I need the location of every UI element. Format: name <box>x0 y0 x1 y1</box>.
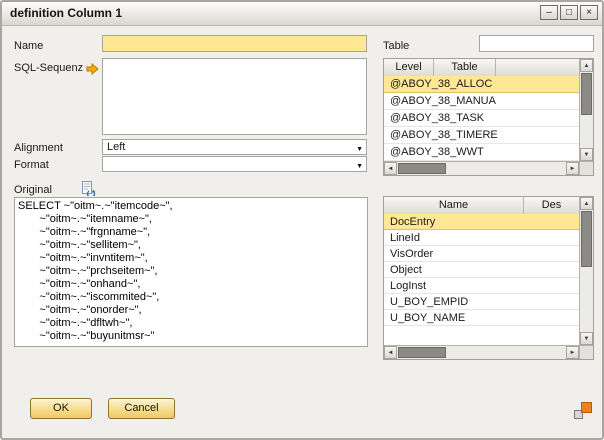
fields-grid-body: DocEntry LineId VisOrder Object LogInst … <box>384 214 579 345</box>
close-button[interactable]: × <box>580 5 598 20</box>
name-label: Name <box>14 40 43 52</box>
table-row[interactable]: @ABOY_38_MANUA <box>384 93 579 110</box>
scroll-left-icon: ◄ <box>388 350 394 356</box>
scroll-down-button[interactable]: ▼ <box>580 148 593 161</box>
table-row[interactable]: @ABOY_38_ALLOC <box>384 76 579 93</box>
table-filter-input[interactable] <box>479 35 594 52</box>
table-label: Table <box>383 40 409 52</box>
tables-grid: Level Table @ABOY_38_ALLOC @ABOY_38_MANU… <box>383 58 594 176</box>
scrollbar-thumb[interactable] <box>581 73 592 115</box>
scrollbar-thumb[interactable] <box>398 163 446 174</box>
link-arrow-icon[interactable] <box>86 63 99 78</box>
horizontal-scrollbar[interactable]: ◄ ► <box>384 345 579 359</box>
field-row[interactable]: U_BOY_NAME <box>384 310 579 326</box>
expand-orange-square-icon <box>581 402 592 413</box>
scrollbar-corner <box>579 345 593 359</box>
alignment-value: Left <box>107 141 125 153</box>
original-label: Original <box>14 184 52 196</box>
field-row[interactable]: U_BOY_EMPID <box>384 294 579 310</box>
table-row[interactable]: @ABOY_38_TASK <box>384 110 579 127</box>
column-header-name: Name <box>384 197 524 214</box>
column-header-description: Des <box>524 197 579 214</box>
scroll-up-button[interactable]: ▲ <box>580 197 593 210</box>
scroll-right-icon: ► <box>570 166 576 172</box>
format-label: Format <box>14 159 49 171</box>
format-dropdown[interactable]: ▼ <box>102 156 367 172</box>
field-row[interactable]: LogInst <box>384 278 579 294</box>
scroll-up-icon: ▲ <box>584 63 590 69</box>
table-row[interactable]: @ABOY_38_TIMERE <box>384 127 579 144</box>
minimize-button[interactable]: – <box>540 5 558 20</box>
field-row[interactable]: DocEntry <box>384 214 579 230</box>
expand-form-button[interactable] <box>574 402 592 419</box>
sql-sequenz-textarea[interactable] <box>102 58 367 135</box>
scroll-up-button[interactable]: ▲ <box>580 59 593 72</box>
field-row[interactable]: VisOrder <box>384 246 579 262</box>
field-row[interactable]: Object <box>384 262 579 278</box>
scroll-down-icon: ▼ <box>584 152 590 158</box>
scrollbar-thumb[interactable] <box>398 347 446 358</box>
scroll-down-icon: ▼ <box>584 336 590 342</box>
scroll-left-button[interactable]: ◄ <box>384 346 397 359</box>
ok-button[interactable]: OK <box>30 398 92 419</box>
vertical-scrollbar[interactable]: ▲ ▼ <box>579 59 593 161</box>
scroll-right-button[interactable]: ► <box>566 162 579 175</box>
window-controls: – □ × <box>540 5 598 20</box>
scrollbar-thumb[interactable] <box>581 211 592 267</box>
scroll-left-icon: ◄ <box>388 166 394 172</box>
minimize-icon: – <box>546 8 552 18</box>
maximize-icon: □ <box>566 8 572 18</box>
cancel-button[interactable]: Cancel <box>108 398 175 419</box>
table-row[interactable]: @ABOY_38_WWT <box>384 144 579 161</box>
window-title: definition Column 1 <box>10 2 122 25</box>
definition-column-dialog: definition Column 1 – □ × Name SQL-Seque… <box>0 0 604 440</box>
fields-grid-header: Name Des <box>384 197 579 215</box>
scroll-down-button[interactable]: ▼ <box>580 332 593 345</box>
chevron-down-icon: ▼ <box>356 143 363 157</box>
scroll-up-icon: ▲ <box>584 201 590 207</box>
chevron-down-icon: ▼ <box>356 160 363 174</box>
title-bar: definition Column 1 – □ × <box>2 2 602 26</box>
field-row[interactable]: LineId <box>384 230 579 246</box>
close-icon: × <box>586 8 592 18</box>
scroll-right-button[interactable]: ► <box>566 346 579 359</box>
alignment-dropdown[interactable]: Left ▼ <box>102 139 367 155</box>
scroll-left-button[interactable]: ◄ <box>384 162 397 175</box>
scroll-right-icon: ► <box>570 350 576 356</box>
vertical-scrollbar[interactable]: ▲ ▼ <box>579 197 593 345</box>
tables-grid-body: @ABOY_38_ALLOC @ABOY_38_MANUA @ABOY_38_T… <box>384 76 579 161</box>
scrollbar-corner <box>579 161 593 175</box>
column-header-blank <box>496 59 579 76</box>
fields-grid: Name Des DocEntry LineId VisOrder Object… <box>383 196 594 360</box>
alignment-label: Alignment <box>14 142 63 154</box>
tables-grid-header: Level Table <box>384 59 579 77</box>
maximize-button[interactable]: □ <box>560 5 578 20</box>
name-input[interactable] <box>102 35 367 52</box>
original-sql-textarea[interactable]: SELECT ~"oitm~.~"itemcode~", ~"oitm~.~"i… <box>14 197 368 347</box>
horizontal-scrollbar[interactable]: ◄ ► <box>384 161 579 175</box>
column-header-table: Table <box>434 59 496 76</box>
column-header-level: Level <box>384 59 434 76</box>
sql-sequenz-label: SQL-Sequenz <box>14 62 83 74</box>
